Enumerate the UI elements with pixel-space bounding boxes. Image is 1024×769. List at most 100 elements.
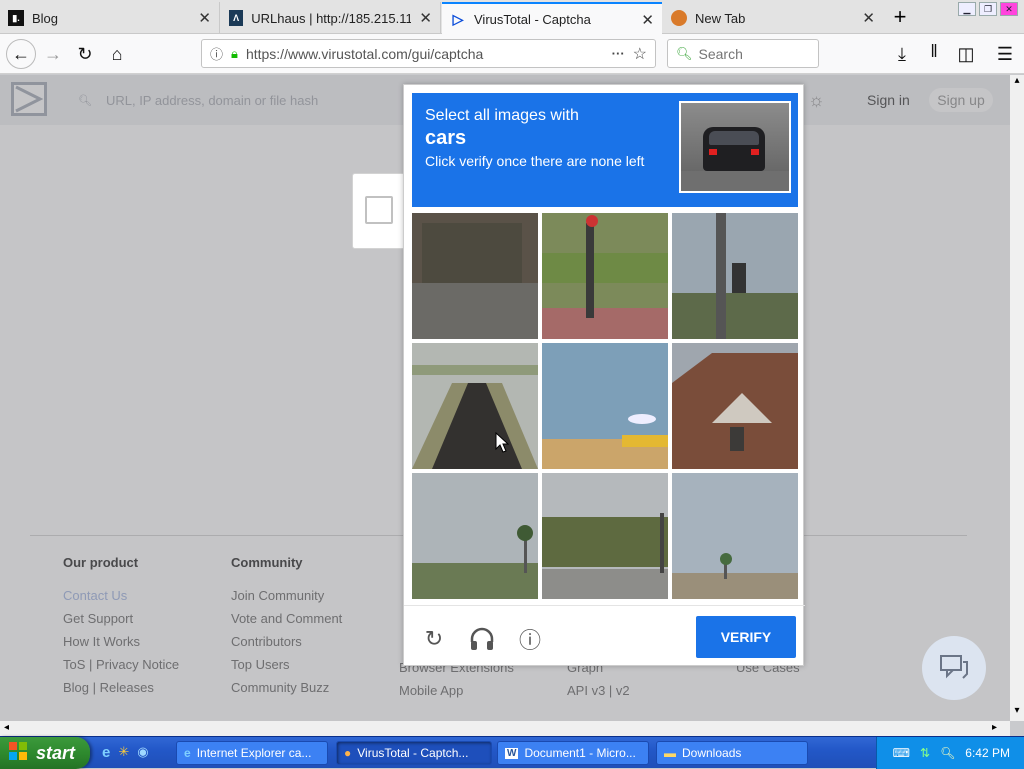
page-actions-icon[interactable]: ··· — [612, 46, 625, 61]
ie-icon[interactable]: e — [102, 744, 110, 761]
firefox-icon — [671, 10, 687, 26]
home-button[interactable]: ⌂ — [104, 41, 130, 67]
tab-virustotal[interactable]: ▷ VirusTotal - Captcha ✕ — [442, 2, 662, 35]
close-icon[interactable]: ✕ — [862, 9, 875, 27]
virustotal-icon: ▷ — [452, 11, 464, 27]
recaptcha-checkbox-widget — [352, 173, 410, 249]
info-icon[interactable]: ⓘ — [517, 626, 543, 653]
taskbar-item-downloads[interactable]: ▬ Downloads — [656, 741, 808, 765]
challenge-header: Select all images with cars Click verify… — [412, 93, 798, 207]
tab-title: URLhaus | http://185.215.113.1 — [251, 10, 412, 26]
taskbar-item-ie[interactable]: e Internet Explorer ca... — [176, 741, 328, 765]
captcha-tile-1[interactable] — [412, 213, 538, 339]
tab-strip: ▮. Blog ✕ Λ URLhaus | http://185.215.113… — [0, 0, 1024, 35]
menu-button[interactable]: ☰ — [992, 41, 1018, 67]
captcha-tile-4[interactable] — [412, 343, 538, 469]
vertical-scrollbar[interactable]: ▴ ▾ — [1010, 75, 1024, 721]
close-window-button[interactable]: ✕ — [1000, 2, 1018, 16]
url-text[interactable]: https://www.virustotal.com/gui/captcha — [246, 46, 604, 62]
library-button[interactable]: 𝍪 — [921, 41, 947, 67]
tab-urlhaus[interactable]: Λ URLhaus | http://185.215.113.1 ✕ — [221, 2, 441, 34]
recaptcha-checkbox[interactable] — [365, 196, 393, 224]
taskbar-item-firefox[interactable]: ● VirusTotal - Captch... — [336, 741, 492, 765]
sample-car-image — [679, 101, 791, 193]
lock-icon: 🔒︎ — [231, 45, 238, 61]
captcha-tile-8[interactable] — [542, 473, 668, 599]
bookmark-star-icon[interactable]: ☆ — [633, 44, 655, 64]
system-tray: ⌨ ⇅ 🔍︎ 6:42 PM — [876, 737, 1024, 769]
tab-title: VirusTotal - Captcha — [474, 12, 591, 27]
tab-new[interactable]: New Tab ✕ — [663, 2, 883, 34]
ie-icon: e — [184, 746, 191, 760]
word-icon: W — [505, 747, 519, 759]
sidebar-button[interactable]: ◫ — [953, 41, 979, 67]
firefox-icon: ● — [344, 746, 352, 760]
captcha-tile-3[interactable] — [672, 213, 798, 339]
forward-button[interactable]: → — [40, 41, 66, 67]
chat-button[interactable] — [922, 636, 986, 700]
taskbar-item-word[interactable]: W Document1 - Micro... — [497, 741, 649, 765]
hamburger-menu-icon: ☰ — [996, 43, 1014, 64]
reload-button[interactable]: ↻ — [72, 41, 98, 67]
back-arrow-icon: ← — [12, 43, 30, 64]
captcha-tile-9[interactable] — [672, 473, 798, 599]
sidebar-icon: ◫ — [957, 43, 975, 64]
tab-title: New Tab — [695, 10, 746, 26]
verify-button[interactable]: VERIFY — [696, 616, 796, 658]
restore-button[interactable]: ❐ — [979, 2, 997, 16]
search-icon[interactable]: 🔍︎ — [940, 746, 955, 760]
info-icon[interactable]: ⓘ — [210, 44, 223, 63]
task-label: VirusTotal - Captch... — [357, 746, 469, 760]
search-icon: 🔍︎ — [676, 45, 693, 61]
navigation-bar: ← → ↻ ⌂ ⓘ 🔒︎ https://www.virustotal.com/… — [0, 34, 1024, 74]
tab-blog[interactable]: ▮. Blog ✕ — [0, 2, 220, 34]
reload-icon: ↻ — [77, 43, 93, 64]
mouse-cursor-icon — [495, 431, 510, 457]
library-icon: 𝍪 — [930, 41, 938, 61]
audio-headphones-icon[interactable] — [469, 626, 495, 652]
downloads-button[interactable]: ⤓ — [889, 41, 915, 67]
forward-arrow-icon: → — [44, 43, 62, 64]
new-tab-button[interactable]: + — [889, 3, 911, 31]
folder-icon: ▬ — [664, 746, 676, 760]
close-icon[interactable]: ✕ — [641, 11, 654, 29]
firefox-icon[interactable]: ◉ — [137, 744, 148, 761]
captcha-tile-5[interactable] — [542, 343, 668, 469]
search-input[interactable] — [698, 45, 809, 62]
media-player-icon[interactable]: ✳ — [118, 744, 129, 761]
url-bar[interactable]: ⓘ 🔒︎ https://www.virustotal.com/gui/capt… — [201, 39, 656, 68]
tab-title: Blog — [32, 10, 59, 26]
urlhaus-icon: Λ — [229, 10, 244, 26]
challenge-instruction: Select all images with — [425, 107, 579, 124]
start-label: start — [36, 742, 76, 763]
task-label: Internet Explorer ca... — [196, 746, 312, 760]
challenge-target: cars — [425, 127, 467, 149]
back-button[interactable]: ← — [6, 39, 36, 69]
captcha-tile-7[interactable] — [412, 473, 538, 599]
close-icon[interactable]: ✕ — [419, 9, 432, 27]
task-label: Document1 - Micro... — [524, 746, 636, 760]
challenge-hint: Click verify once there are none left — [425, 153, 645, 169]
chat-icon — [939, 654, 969, 683]
close-icon[interactable]: ✕ — [198, 9, 211, 27]
windows-logo-icon — [8, 741, 28, 766]
terminal-icon: ▮. — [8, 10, 24, 26]
horizontal-scrollbar[interactable]: ◂ ▸ — [0, 721, 1010, 736]
start-button[interactable]: start — [0, 737, 90, 769]
challenge-footer: ↻ ⓘ VERIFY — [404, 605, 805, 667]
home-icon: ⌂ — [111, 43, 123, 64]
quick-launch: e ✳ ◉ — [102, 744, 149, 761]
keyboard-icon[interactable]: ⌨ — [893, 746, 910, 760]
clock[interactable]: 6:42 PM — [965, 746, 1010, 760]
captcha-tile-6[interactable] — [672, 343, 798, 469]
captcha-tile-2[interactable] — [542, 213, 668, 339]
search-box[interactable]: 🔍︎ — [667, 39, 819, 68]
windows-taskbar: start e ✳ ◉ e Internet Explorer ca... ● … — [0, 736, 1024, 769]
reload-icon[interactable]: ↻ — [421, 626, 447, 652]
window-controls: ▁ ❐ ✕ — [958, 2, 1018, 16]
network-icon[interactable]: ⇅ — [920, 746, 930, 760]
recaptcha-challenge: Select all images with cars Click verify… — [403, 84, 805, 667]
minimize-button[interactable]: ▁ — [958, 2, 976, 16]
download-icon: ⤓ — [898, 43, 906, 64]
task-label: Downloads — [682, 746, 742, 760]
